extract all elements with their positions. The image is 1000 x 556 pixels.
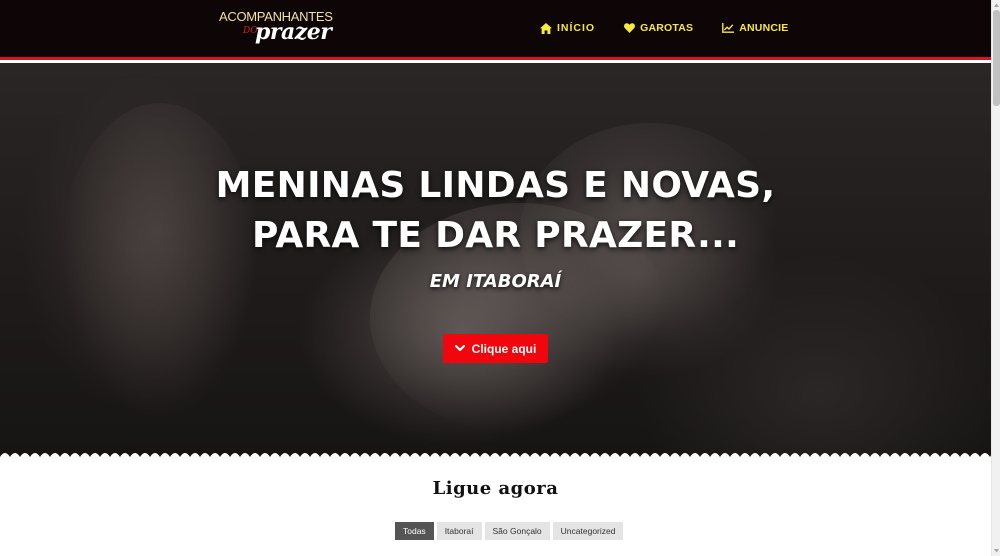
nav-item-inicio[interactable]: INÍCIO xyxy=(540,21,595,35)
cta-button[interactable]: Clique aqui xyxy=(443,334,548,363)
chevron-down-icon xyxy=(454,345,465,352)
filter-sao-goncalo[interactable]: São Gonçalo xyxy=(484,522,550,540)
chart-line-icon xyxy=(722,23,735,33)
hero-title-line2: PARA TE DAR PRAZER... xyxy=(251,215,740,256)
filter-itaborai[interactable]: Itaboraí xyxy=(436,522,482,540)
nav-item-label: GAROTAS xyxy=(640,22,694,34)
category-filters: Todas Itaboraí São Gonçalo Uncategorized xyxy=(395,522,624,540)
nav-item-anuncie[interactable]: ANUNCIE xyxy=(722,21,788,35)
main-nav: INÍCIO GAROTAS ANUNCIE xyxy=(540,21,788,35)
section-title: Ligue agora xyxy=(432,478,559,499)
scroll-down-arrow-icon[interactable] xyxy=(993,547,1000,555)
scroll-up-arrow-icon[interactable] xyxy=(993,1,1000,9)
hero-title-line1: MENINAS LINDAS E NOVAS, xyxy=(215,165,776,206)
heart-icon xyxy=(624,23,636,33)
nav-item-label: INÍCIO xyxy=(557,22,596,34)
cta-label: Clique aqui xyxy=(471,341,537,356)
filter-uncategorized[interactable]: Uncategorized xyxy=(552,522,624,540)
scrollbar-thumb[interactable] xyxy=(993,10,1000,106)
site-header: ACOMPANHANTES DO prazer INÍCIO GAROTAS A… xyxy=(0,0,991,60)
page: ACOMPANHANTES DO prazer INÍCIO GAROTAS A… xyxy=(0,0,1000,556)
nav-item-garotas[interactable]: GAROTAS xyxy=(624,21,693,35)
wave-divider xyxy=(0,453,991,465)
scrollbar[interactable] xyxy=(991,0,1000,556)
site-logo[interactable]: ACOMPANHANTES DO prazer xyxy=(219,9,333,45)
logo-text-bottom: prazer xyxy=(255,19,332,45)
filter-todas[interactable]: Todas xyxy=(395,522,434,540)
home-icon xyxy=(540,22,552,34)
hero-banner: MENINAS LINDAS E NOVAS, PARA TE DAR PRAZ… xyxy=(0,63,991,460)
nav-item-label: ANUNCIE xyxy=(739,22,789,34)
hero-subtitle: EM ITABORAÍ xyxy=(429,271,562,292)
hero-background-image xyxy=(60,103,260,423)
